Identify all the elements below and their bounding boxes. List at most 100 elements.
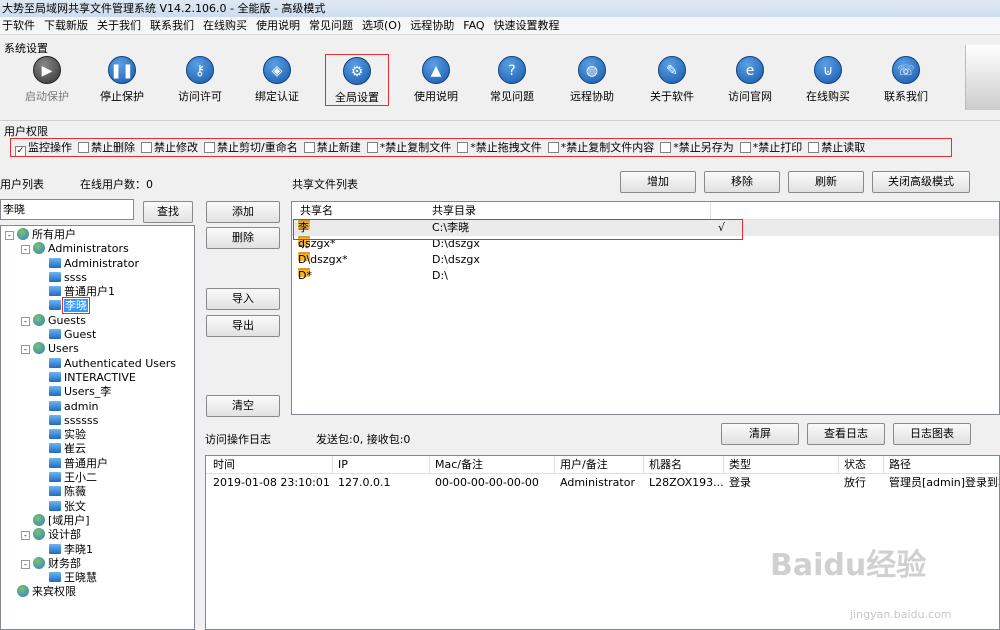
collapse-icon[interactable]: -	[21, 345, 30, 355]
tree-node[interactable]: 张文	[1, 500, 194, 514]
menu-item[interactable]: 使用说明	[256, 17, 307, 34]
tree-node[interactable]: 崔云	[1, 442, 194, 456]
log-column-header[interactable]: 用户/备注	[560, 456, 608, 474]
tree-node[interactable]: 来宾权限	[1, 585, 194, 599]
toolbar-phone-button[interactable]: ☏ 联系我们	[874, 56, 938, 104]
checkbox-icon[interactable]	[204, 142, 215, 153]
log-column-header[interactable]: 路径	[889, 456, 911, 474]
add-user-button[interactable]: 添加	[206, 201, 280, 223]
log-column-header[interactable]: IP	[338, 456, 348, 474]
tree-node[interactable]: ssss	[1, 271, 194, 285]
share-row[interactable]: D\dszgx* D:\dszgx	[292, 252, 999, 268]
column-share-path[interactable]: 共享目录	[432, 202, 476, 220]
search-button[interactable]: 查找	[143, 201, 193, 223]
toolbar-shield-button[interactable]: ◈ 绑定认证	[245, 56, 309, 104]
collapse-icon[interactable]: -	[21, 559, 30, 569]
tree-node[interactable]: - Users	[1, 342, 194, 356]
collapse-icon[interactable]: -	[21, 316, 30, 326]
permission-checkbox[interactable]: *禁止复制文件内容	[547, 141, 654, 155]
checkbox-icon[interactable]	[547, 142, 559, 153]
toolbar-document-pen-button[interactable]: ✎ 关于软件	[640, 56, 704, 104]
permission-checkbox[interactable]: 禁止修改	[141, 141, 198, 155]
menu-item[interactable]: 快速设置教程	[494, 17, 567, 34]
permission-checkbox[interactable]: 禁止新建	[303, 141, 361, 155]
refresh-button[interactable]: 刷新	[788, 171, 864, 193]
menu-item[interactable]: 在线购买	[203, 17, 254, 34]
tree-node[interactable]: - Administrators	[1, 242, 194, 256]
permission-checkbox[interactable]: 禁止剪切/重命名	[204, 141, 298, 155]
add-share-button[interactable]: 增加	[620, 171, 696, 193]
collapse-icon[interactable]: -	[5, 231, 14, 240]
export-button[interactable]: 导出	[206, 315, 280, 337]
log-row[interactable]: 2019-01-08 23:10:01 127.0.0.1 00-00-00-00-…	[206, 474, 999, 492]
toolbar-play-button[interactable]: ▶ 启动保护	[15, 56, 79, 104]
checkbox-icon[interactable]	[739, 142, 751, 153]
log-column-header[interactable]: 状态	[844, 456, 866, 474]
tree-node[interactable]: 陈薇	[1, 485, 194, 499]
menu-item[interactable]: 关于我们	[97, 17, 148, 34]
log-column-header[interactable]: 机器名	[649, 456, 682, 474]
checkbox-icon[interactable]	[141, 142, 152, 153]
checkbox-icon[interactable]	[660, 142, 672, 153]
toolbar-cart-button[interactable]: ⊍ 在线购买	[796, 56, 860, 104]
checkbox-icon[interactable]	[78, 142, 89, 153]
toolbar-gear-button[interactable]: ⚙ 全局设置	[325, 54, 389, 106]
close-advanced-mode-button[interactable]: 关闭高级模式	[872, 171, 970, 193]
menu-item[interactable]: 于软件	[2, 17, 42, 34]
collapse-icon[interactable]: -	[21, 245, 30, 255]
log-column-header[interactable]: 时间	[213, 456, 235, 474]
permission-checkbox[interactable]: *禁止拖拽文件	[457, 141, 542, 155]
menu-item[interactable]: FAQ	[463, 17, 491, 34]
tree-node[interactable]: 王晓慧	[1, 571, 194, 585]
tree-node[interactable]: - 设计部	[1, 528, 194, 542]
toolbar-pause-button[interactable]: ❚❚ 停止保护	[90, 56, 154, 104]
toolbar-browser-e-button[interactable]: e 访问官网	[718, 56, 782, 104]
checkbox-icon[interactable]	[457, 142, 469, 153]
tree-node[interactable]: - 财务部	[1, 556, 194, 571]
clear-button[interactable]: 清空	[206, 395, 280, 417]
delete-user-button[interactable]: 删除	[206, 227, 280, 249]
toolbar-key-button[interactable]: ⚷ 访问许可	[168, 56, 232, 104]
log-column-header[interactable]: 类型	[729, 456, 751, 474]
tree-node[interactable]: [域用户]	[1, 513, 194, 528]
tree-node[interactable]: 王小二	[1, 471, 194, 485]
log-chart-button[interactable]: 日志图表	[893, 423, 971, 445]
column-share-name[interactable]: 共享名	[300, 202, 333, 220]
search-input[interactable]: 李晓	[0, 199, 134, 220]
menu-item[interactable]: 常见问题	[309, 17, 360, 34]
import-button[interactable]: 导入	[206, 288, 280, 310]
share-row[interactable]: D* D:\	[292, 268, 999, 284]
clear-screen-button[interactable]: 清屏	[721, 423, 799, 445]
tree-node[interactable]: 李晓	[1, 297, 194, 315]
toolbar-question-button[interactable]: ? 常见问题	[480, 56, 544, 104]
tree-node[interactable]: Administrator	[1, 257, 194, 271]
collapse-icon[interactable]: -	[21, 531, 30, 541]
permission-checkbox[interactable]: *禁止另存为	[660, 141, 734, 155]
tree-node[interactable]: 实验	[1, 428, 194, 442]
tree-node[interactable]: Guest	[1, 328, 194, 342]
menu-item[interactable]: 下载新版	[44, 17, 95, 34]
view-log-button[interactable]: 查看日志	[807, 423, 885, 445]
menu-item[interactable]: 联系我们	[150, 17, 201, 34]
permission-checkbox[interactable]: 禁止删除	[78, 141, 135, 155]
tree-node[interactable]: - Guests	[1, 313, 194, 328]
tree-node[interactable]: 李晓1	[1, 543, 194, 557]
menu-item[interactable]: 远程协助	[410, 17, 461, 34]
tree-node[interactable]: Users_李	[1, 385, 194, 399]
permission-checkbox[interactable]: ✓ 监控操作	[15, 141, 72, 156]
tree-node[interactable]: INTERACTIVE	[1, 371, 194, 385]
tree-node[interactable]: Authenticated Users	[1, 357, 194, 371]
tree-node[interactable]: 普通用户1	[1, 285, 194, 299]
checkbox-icon[interactable]: ✓	[15, 146, 26, 156]
toolbar-globe-button[interactable]: ◍ 远程协助	[560, 56, 624, 104]
permission-checkbox[interactable]: 禁止读取	[808, 141, 865, 155]
tree-node[interactable]: - 所有用户	[1, 228, 194, 242]
tree-node[interactable]: 普通用户	[1, 457, 194, 471]
tree-node[interactable]: ssssss	[1, 414, 194, 428]
tree-node[interactable]: admin	[1, 400, 194, 414]
permission-checkbox[interactable]: *禁止复制文件	[366, 141, 451, 155]
checkbox-icon[interactable]	[366, 142, 378, 153]
menu-item[interactable]: 选项(O)	[362, 17, 408, 34]
permission-checkbox[interactable]: *禁止打印	[739, 141, 802, 155]
log-column-header[interactable]: Mac/备注	[435, 456, 483, 474]
